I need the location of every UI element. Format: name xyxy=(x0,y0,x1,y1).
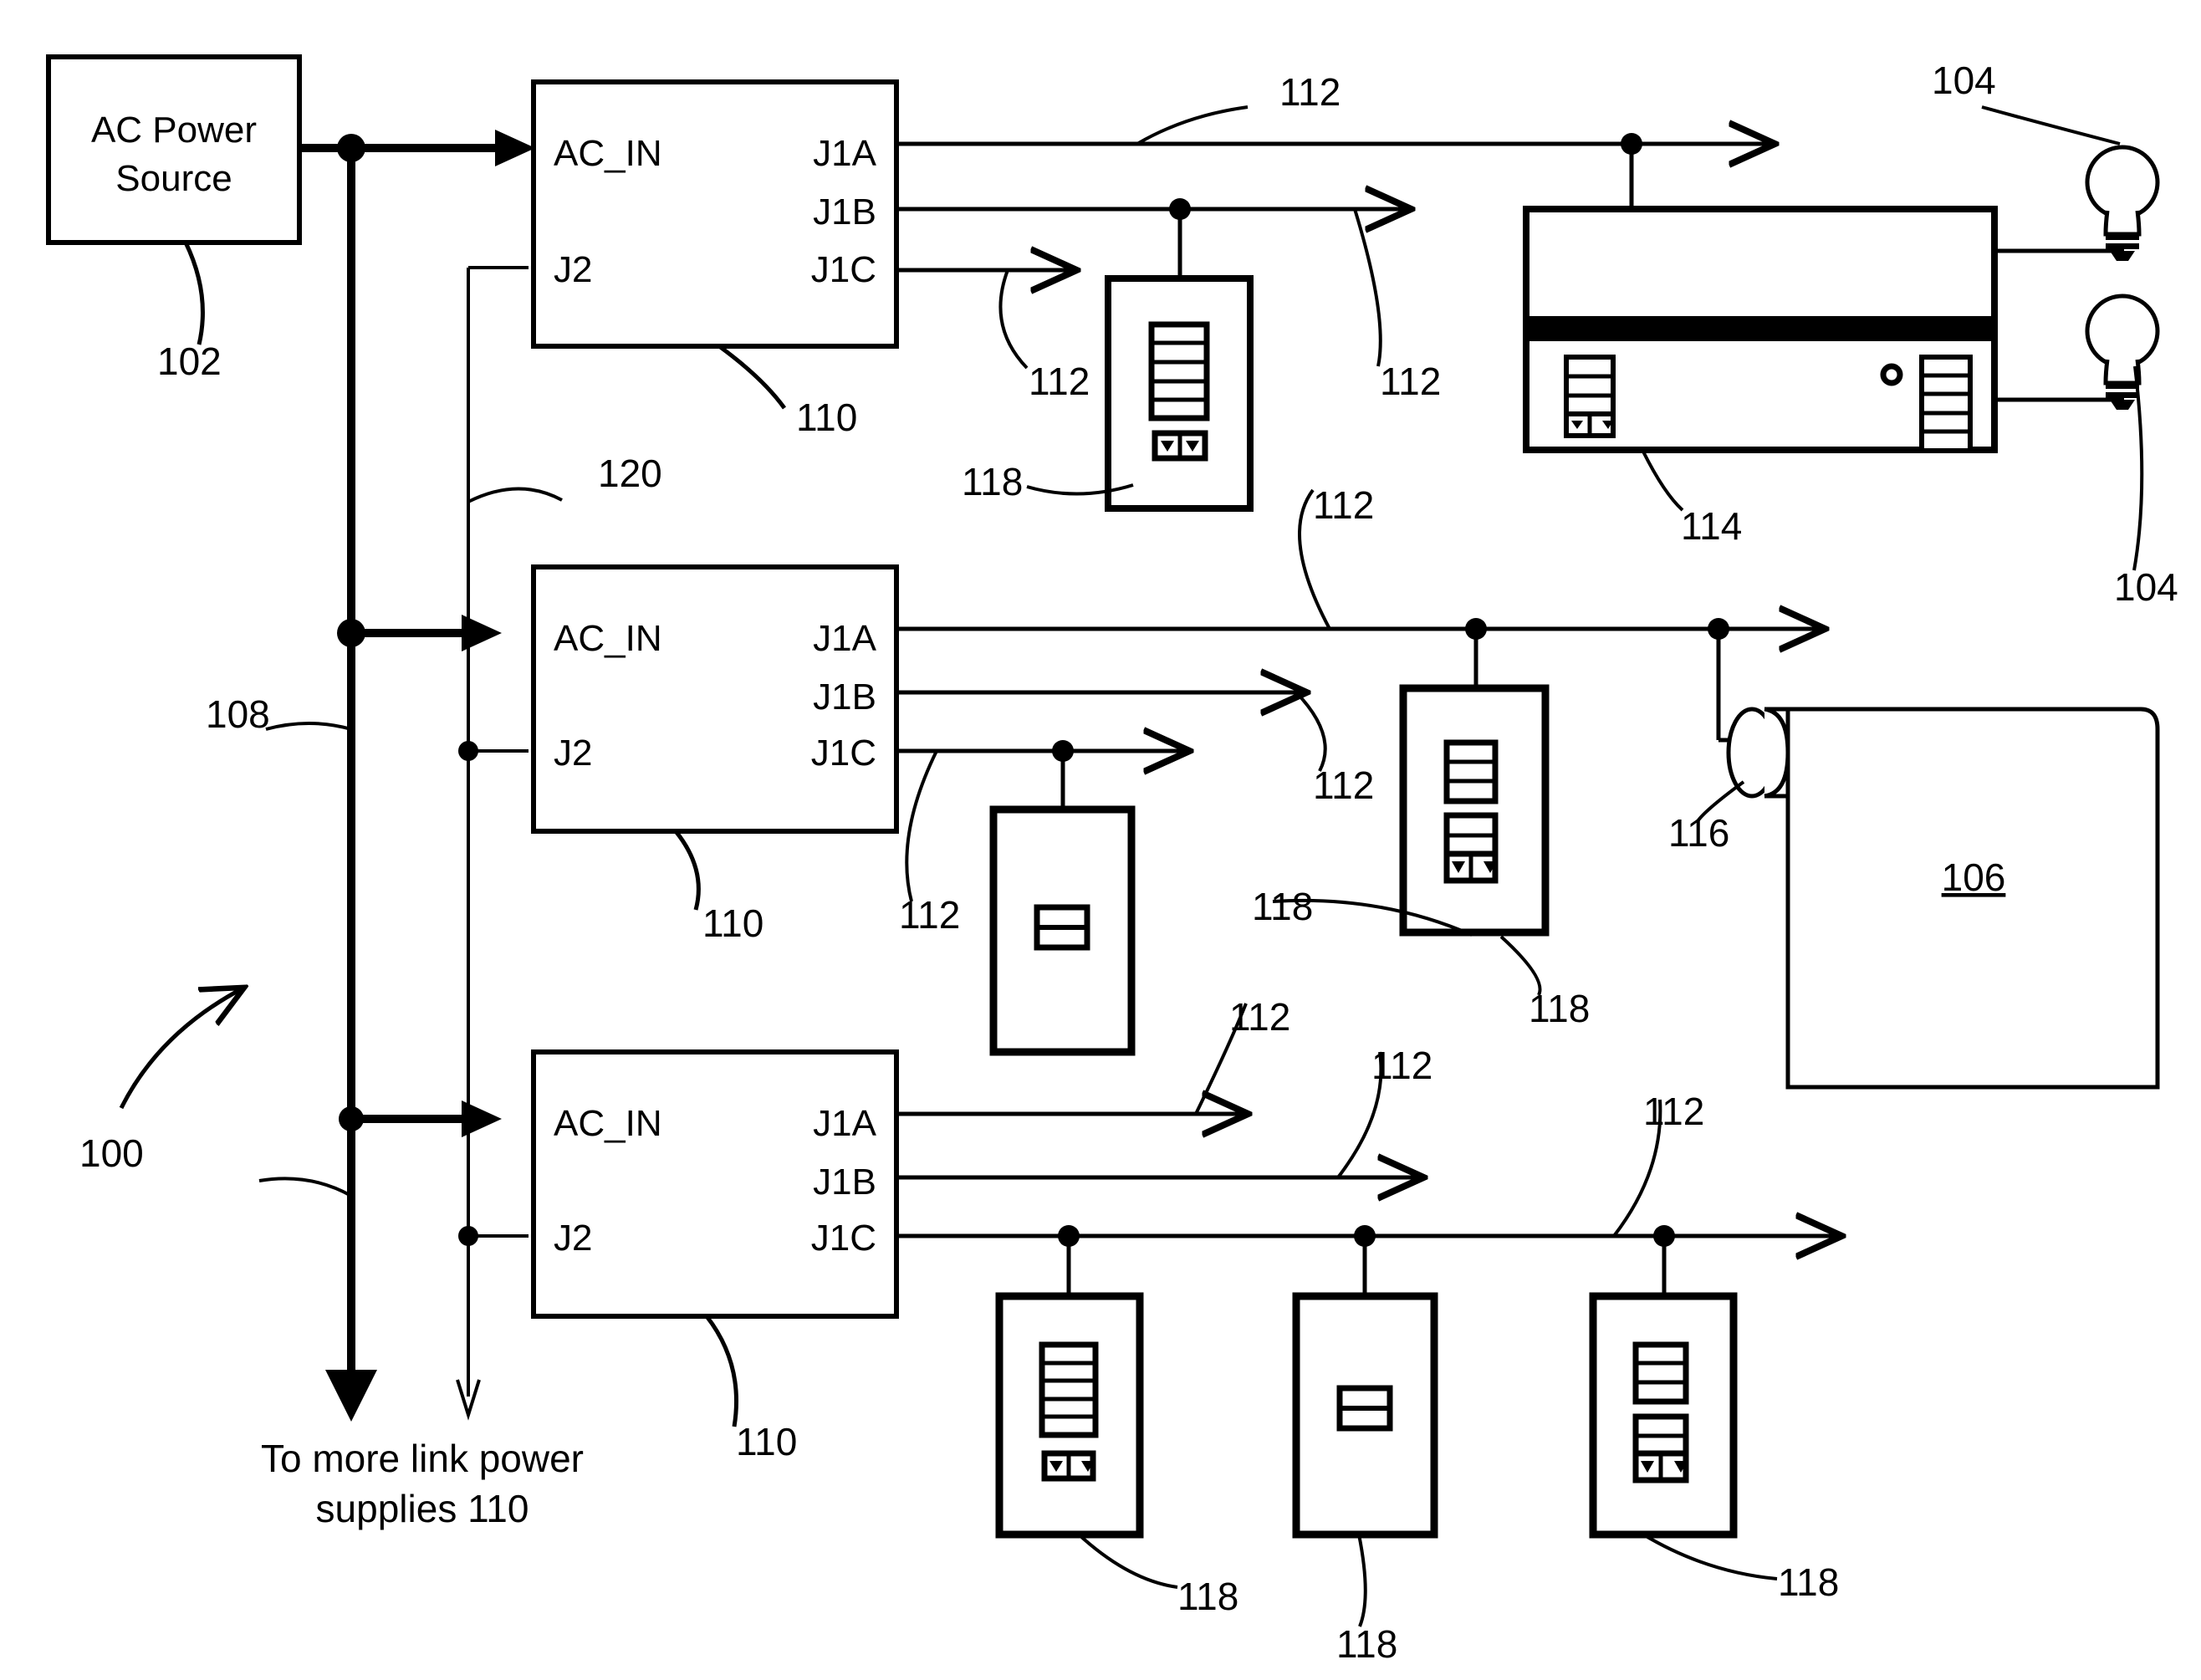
ref-118-b: 118 xyxy=(1252,885,1313,928)
keypad-2-button-group[interactable] xyxy=(1336,1385,1393,1432)
sensor-116 xyxy=(1726,707,1790,799)
wall-station-bottom-1[interactable] xyxy=(995,1292,1144,1539)
wall-station-mid-right[interactable] xyxy=(1399,684,1550,937)
lps1-port-ac-in: AC_IN xyxy=(554,133,662,174)
to-more-supplies-line1: To more link power xyxy=(261,1437,584,1480)
ref-116: 116 xyxy=(1668,811,1729,855)
keypad-2-button-rocker-group[interactable] xyxy=(1443,812,1499,884)
keypad-2-button-group[interactable] xyxy=(1034,904,1090,951)
ref-114: 114 xyxy=(1681,504,1742,548)
to-more-supplies-line2: supplies 110 xyxy=(316,1487,529,1530)
link-power-supply-1: AC_IN J2 J1A J1B J1C xyxy=(531,79,899,349)
lps3-port-ac-in: AC_IN xyxy=(554,1103,662,1144)
bus-junction-dot xyxy=(339,1106,364,1131)
ref-110-a: 110 xyxy=(796,396,857,439)
raise-lower-rocker[interactable] xyxy=(1041,1450,1096,1482)
link-power-supply-2: AC_IN J2 J1A J1B J1C xyxy=(531,564,899,834)
keypad-2-button-rocker-group[interactable] xyxy=(1632,1413,1689,1483)
lps3-port-j1a: J1A xyxy=(813,1103,876,1144)
bus-junction-dot xyxy=(337,134,365,162)
ac-power-source-label-line2: Source xyxy=(115,158,232,199)
lps1-port-j2: J2 xyxy=(554,249,592,290)
wall-station-top[interactable] xyxy=(1105,275,1254,512)
keypad-3-button-group[interactable] xyxy=(1443,739,1499,804)
ref-102: 102 xyxy=(157,340,222,383)
lps1-port-j1a: J1A xyxy=(813,133,876,174)
lps2-port-j1c: J1C xyxy=(811,733,876,774)
lps3-port-j1c: J1C xyxy=(811,1218,876,1259)
keypad-5-button-group[interactable] xyxy=(1039,1341,1099,1438)
ref-112-a: 112 xyxy=(1279,70,1341,114)
ref-112-h: 112 xyxy=(1371,1044,1432,1087)
wall-station-bottom-3[interactable] xyxy=(1589,1292,1738,1539)
lps3-port-j2: J2 xyxy=(554,1218,592,1259)
ref-112-f: 112 xyxy=(899,893,960,937)
ref-108: 108 xyxy=(206,692,270,736)
lps3-port-j1b: J1B xyxy=(813,1162,876,1203)
ref-112-g: 112 xyxy=(1229,995,1290,1039)
raise-lower-rocker[interactable] xyxy=(1152,430,1208,462)
ref-104-b: 104 xyxy=(2114,565,2178,609)
j2-junction-dot xyxy=(458,1226,478,1246)
link-power-supply-3: AC_IN J2 J1A J1B J1C xyxy=(531,1049,899,1319)
ref-104-a: 104 xyxy=(1932,59,1996,102)
keypad-3-button-group[interactable] xyxy=(1632,1341,1689,1405)
ac-power-source-label-line1: AC Power xyxy=(91,110,257,151)
ref-118-d: 118 xyxy=(1177,1575,1238,1618)
ref-118-c: 118 xyxy=(1529,987,1590,1030)
lps1-port-j1c: J1C xyxy=(811,249,876,290)
ref-112-e: 112 xyxy=(1313,763,1374,807)
patent-figure: AC Power Source AC_IN J2 J1A J1B J1C AC_… xyxy=(0,0,2201,1680)
ref-112-i: 112 xyxy=(1643,1090,1704,1133)
wall-station-bottom-2[interactable] xyxy=(1292,1292,1438,1539)
panel-left-keypad[interactable] xyxy=(1564,355,1616,438)
lps2-port-j1b: J1B xyxy=(813,677,876,717)
ref-112-c: 112 xyxy=(1380,360,1441,403)
area-106-label: 106 xyxy=(1942,855,2006,899)
ref-112-b: 112 xyxy=(1029,360,1090,403)
ref-120: 120 xyxy=(598,452,662,495)
bus-junction-dot xyxy=(337,619,365,647)
panel-divider-bar xyxy=(1529,316,1991,341)
panel-right-keypad[interactable] xyxy=(1919,355,1973,453)
ref-118-a: 118 xyxy=(962,460,1023,503)
j2-junction-dot xyxy=(458,741,478,761)
lps2-port-ac-in: AC_IN xyxy=(554,618,662,659)
ref-100: 100 xyxy=(79,1131,144,1175)
wall-station-mid-left[interactable] xyxy=(989,805,1136,1056)
lps2-port-j2: J2 xyxy=(554,733,592,774)
lps1-port-j1b: J1B xyxy=(813,191,876,232)
keypad-5-button-group[interactable] xyxy=(1148,321,1210,421)
lps2-port-j1a: J1A xyxy=(813,618,876,659)
ac-power-source-block: AC Power Source xyxy=(46,54,302,245)
ref-118-e: 118 xyxy=(1336,1622,1397,1666)
ref-118-f: 118 xyxy=(1778,1560,1839,1604)
ref-112-d: 112 xyxy=(1313,483,1374,527)
ref-110-c: 110 xyxy=(736,1420,797,1463)
ref-110-b: 110 xyxy=(702,901,763,945)
area-106: 106 xyxy=(1785,707,2160,1090)
